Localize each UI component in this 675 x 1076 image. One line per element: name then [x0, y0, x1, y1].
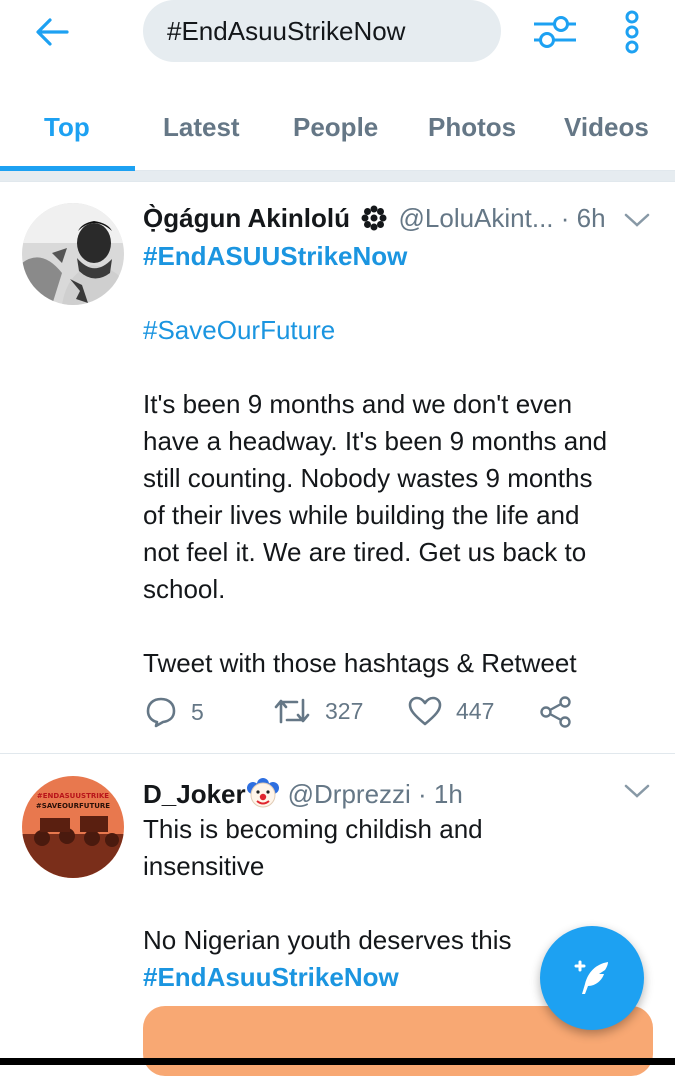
avatar[interactable]: #ENDASUUSTRIKE #SAVEOURFUTURE: [22, 776, 124, 878]
avatar-text-2: #SAVEOURFUTURE: [36, 802, 110, 810]
tweet[interactable]: Ọ̀gágun Akinlolú @LoluAkint... · 6h #End…: [0, 181, 675, 753]
tweet-header: D_Joker @Drprezzi · 1h: [143, 776, 463, 810]
search-filter-button[interactable]: [530, 10, 580, 54]
tweet-header: Ọ̀gágun Akinlolú @LoluAkint... · 6h: [143, 203, 606, 234]
sunflower-badge-icon: [361, 205, 387, 231]
back-arrow-icon: [36, 18, 69, 46]
text-line: still counting. Nobody wastes 9 months: [143, 463, 593, 493]
chevron-down-icon[interactable]: [622, 776, 652, 806]
retweet-count: 327: [325, 697, 364, 724]
avatar-photo: #ENDASUUSTRIKE #SAVEOURFUTURE: [22, 776, 124, 878]
system-nav-bar: [0, 1058, 675, 1065]
search-query: #EndAsuuStrikeNow: [167, 15, 406, 46]
display-name[interactable]: Ọ̀gágun Akinlolú: [143, 203, 350, 233]
hashtag-link[interactable]: #SaveOurFuture: [143, 312, 653, 349]
display-name[interactable]: D_Joker: [143, 779, 246, 809]
retweet-button[interactable]: 327: [273, 696, 363, 726]
text-line: school.: [143, 574, 226, 604]
text-line: This is becoming childish and: [143, 814, 483, 844]
tweet-actions: 5 327 447: [143, 696, 663, 736]
tweet-time: · 6h: [560, 203, 606, 233]
text-line: of their lives while building the life a…: [143, 500, 580, 530]
text-line: have a headway. It's been 9 months and: [143, 426, 608, 456]
tab-videos[interactable]: Videos: [564, 112, 649, 143]
more-options-button[interactable]: [612, 8, 652, 56]
heart-icon: [408, 696, 442, 726]
avatar[interactable]: [22, 203, 124, 305]
text-line: not feel it. We are tired. Get us back t…: [143, 537, 587, 567]
tab-latest[interactable]: Latest: [163, 112, 240, 143]
share-button[interactable]: [539, 696, 587, 728]
tweet-text: #EndASUUStrikeNow #SaveOurFuture It's be…: [143, 238, 653, 682]
tab-photos[interactable]: Photos: [428, 112, 516, 143]
hashtag-link[interactable]: #EndASUUStrikeNow: [143, 238, 653, 275]
share-icon: [540, 696, 571, 728]
search-input[interactable]: #EndAsuuStrikeNow: [143, 0, 501, 62]
like-count: 447: [456, 697, 495, 724]
reply-button[interactable]: 5: [145, 696, 204, 728]
vertical-dots-icon: [625, 10, 639, 54]
search-tabs: Top Latest People Photos Videos: [0, 100, 675, 171]
tab-top[interactable]: Top: [44, 112, 90, 143]
avatar-photo: [22, 203, 124, 305]
reply-count: 5: [191, 698, 204, 725]
like-button[interactable]: 447: [408, 696, 494, 726]
user-handle[interactable]: @Drprezzi: [288, 779, 411, 809]
chevron-down-icon[interactable]: [622, 205, 652, 235]
clown-face-icon: [246, 778, 279, 808]
text-line: It's been 9 months and we don't even: [143, 389, 573, 419]
text-line: insensitive: [143, 851, 265, 881]
user-handle[interactable]: @LoluAkint...: [399, 203, 554, 233]
reply-icon: [146, 697, 176, 728]
tweet-time: · 1h: [418, 779, 463, 809]
sliders-icon: [534, 16, 576, 48]
back-button[interactable]: [30, 10, 74, 54]
tab-people[interactable]: People: [293, 112, 378, 143]
text-line: Tweet with those hashtags & Retweet: [143, 648, 577, 678]
retweet-icon: [274, 698, 310, 724]
compose-tweet-button[interactable]: [540, 926, 644, 1030]
compose-feather-icon: [574, 960, 608, 994]
avatar-text-1: #ENDASUUSTRIKE: [37, 792, 109, 800]
top-bar: #EndAsuuStrikeNow: [0, 0, 675, 64]
